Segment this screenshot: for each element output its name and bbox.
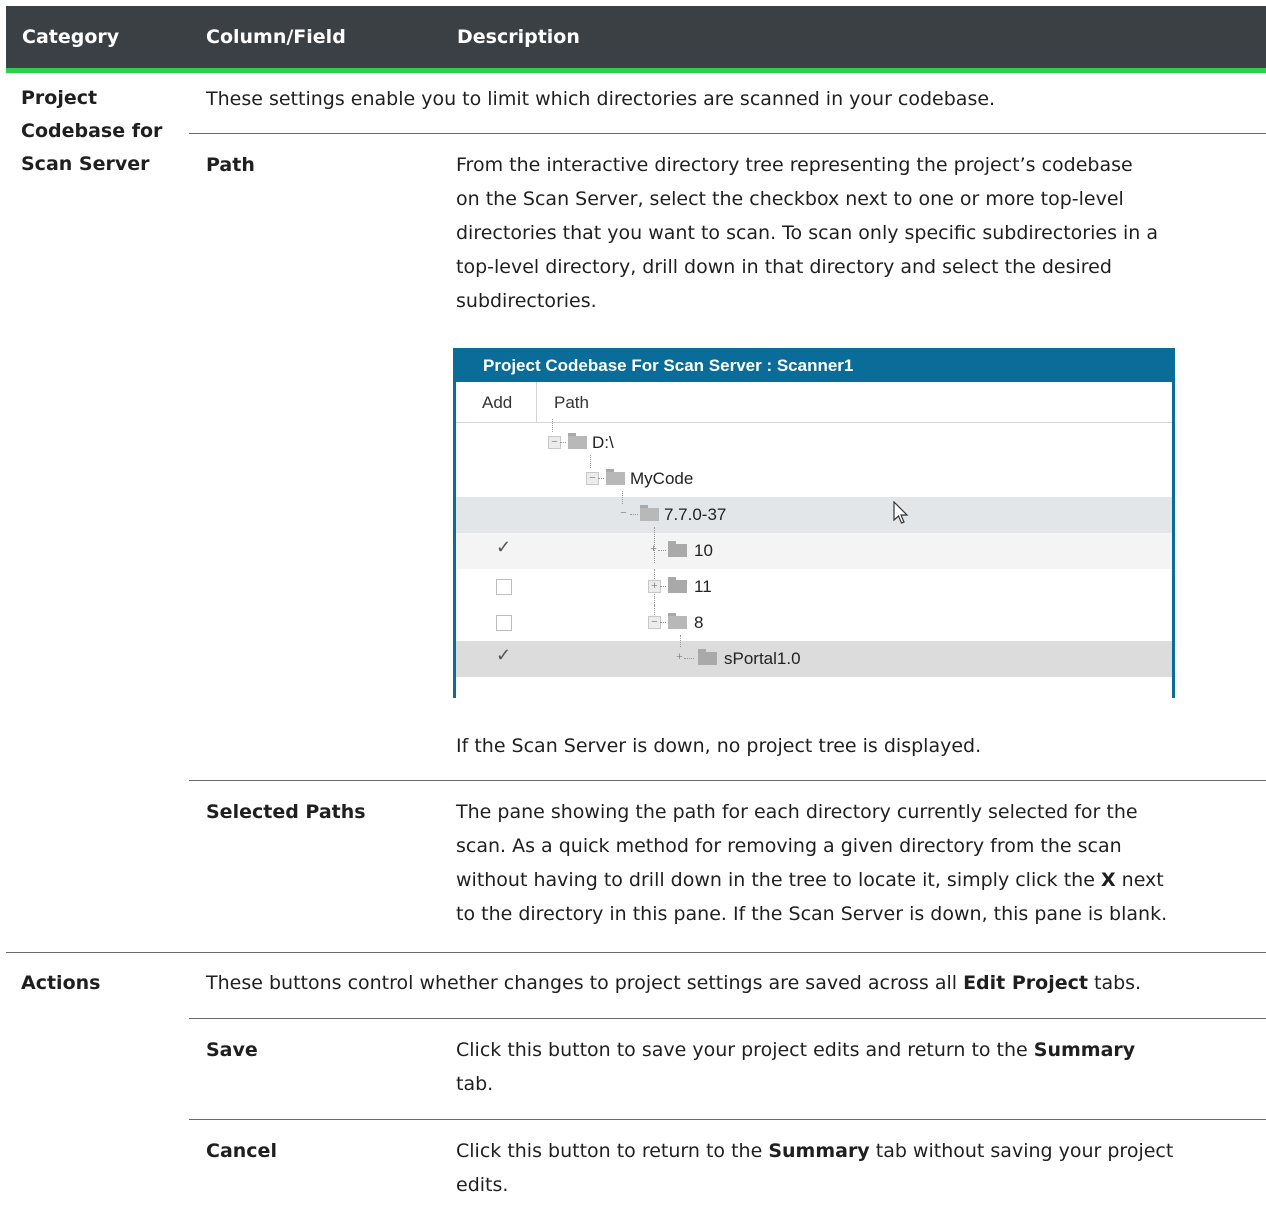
tree-row-8[interactable]: − 8 xyxy=(456,605,1172,641)
folder-icon xyxy=(698,649,717,665)
row-divider xyxy=(189,780,1266,781)
category-line: Project xyxy=(21,87,98,109)
desc-line: The pane showing the path for each direc… xyxy=(456,801,1138,823)
desc-line: From the interactive directory tree repr… xyxy=(456,154,1133,176)
section1-intro: These settings enable you to limit which… xyxy=(206,88,996,110)
tree-column-header: Add Path xyxy=(456,382,1172,423)
tree-node-label: 11 xyxy=(694,577,712,596)
desc-line: scan. As a quick method for removing a g… xyxy=(456,835,1122,857)
header-category: Category xyxy=(22,26,120,48)
desc-line: without having to drill down in the tree… xyxy=(456,869,1164,891)
folder-open-icon xyxy=(606,469,625,485)
folder-icon xyxy=(668,541,687,557)
field-cancel: Cancel xyxy=(206,1140,277,1162)
checkbox-unchecked[interactable] xyxy=(496,615,512,631)
mouse-cursor-icon xyxy=(893,501,909,524)
field-selected-paths: Selected Paths xyxy=(206,801,366,823)
section-divider xyxy=(6,952,1266,953)
codebase-tree-screenshot: Project Codebase For Scan Server : Scann… xyxy=(453,348,1175,698)
folder-open-icon xyxy=(568,433,587,449)
field-path: Path xyxy=(206,154,255,176)
folder-open-icon xyxy=(668,613,687,629)
category-line: Scan Server xyxy=(21,153,150,175)
tree-node-label: sPortal1.0 xyxy=(724,649,801,668)
header-column-field: Column/Field xyxy=(206,26,346,48)
checkbox-checked[interactable]: ✓ xyxy=(496,645,511,665)
desc-line: top-level directory, drill down in that … xyxy=(456,256,1112,278)
row-divider xyxy=(189,133,1266,134)
tree-row-d[interactable]: − D:\ xyxy=(456,419,1172,461)
desc-line: to the directory in this pane. If the Sc… xyxy=(456,903,1168,925)
header-accent-bar xyxy=(6,68,1266,73)
desc-line: on the Scan Server, select the checkbox … xyxy=(456,188,1124,210)
cancel-description: Click this button to return to the Summa… xyxy=(456,1140,1174,1196)
category-line: Codebase for xyxy=(21,120,163,142)
column-path: Path xyxy=(554,393,589,412)
row-divider xyxy=(189,1018,1266,1019)
desc-line: directories that you want to scan. To sc… xyxy=(456,222,1159,244)
desc-line: subdirectories. xyxy=(456,290,597,312)
path-description: From the interactive directory tree repr… xyxy=(456,148,1158,318)
header-description: Description xyxy=(457,26,580,48)
path-note: If the Scan Server is down, no project t… xyxy=(456,735,982,757)
row-divider xyxy=(189,1119,1266,1120)
folder-icon xyxy=(668,577,687,593)
tree-row-7-7-0-37[interactable]: − 7.7.0-37 xyxy=(456,491,1172,533)
collapse-icon[interactable]: − xyxy=(618,508,629,519)
category-actions: Actions xyxy=(21,972,101,994)
tree-row-11[interactable]: + 11 xyxy=(456,569,1172,605)
tree-row-mycode[interactable]: − MyCode xyxy=(456,455,1172,497)
save-description: Click this button to save your project e… xyxy=(456,1039,1136,1095)
field-save: Save xyxy=(206,1039,258,1061)
folder-open-icon xyxy=(640,505,659,521)
category-project-codebase: Project Codebase for Scan Server xyxy=(21,82,162,181)
tree-node-label: MyCode xyxy=(630,469,694,488)
tree-node-label: 8 xyxy=(694,613,704,632)
tree-row-10[interactable]: ✓ + 10 xyxy=(456,527,1172,569)
checkbox-checked[interactable]: ✓ xyxy=(496,537,511,557)
tree-node-label: 10 xyxy=(694,541,713,560)
tree-node-label: 7.7.0-37 xyxy=(664,505,727,524)
table-header: Category Column/Field Description xyxy=(6,6,1266,68)
tree-row-sportal[interactable]: ✓ + sPortal1.0 xyxy=(456,635,1172,677)
selected-paths-description: The pane showing the path for each direc… xyxy=(456,795,1167,931)
tree-node-label: D:\ xyxy=(592,433,614,452)
checkbox-unchecked[interactable] xyxy=(496,579,512,595)
actions-intro: These buttons control whether changes to… xyxy=(206,972,1142,994)
tree-panel-title: Project Codebase For Scan Server : Scann… xyxy=(453,348,1175,382)
column-add: Add xyxy=(482,393,513,412)
